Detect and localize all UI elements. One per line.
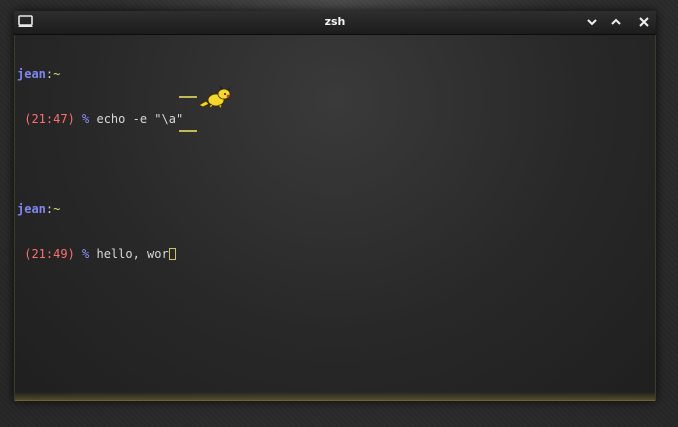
maximize-button[interactable] — [608, 14, 624, 30]
close-icon — [639, 17, 649, 27]
chevron-down-icon — [587, 19, 597, 26]
visual-bell-bar-top — [179, 96, 197, 98]
text-cursor — [168, 248, 176, 260]
prompt-header-line: jean:~ — [17, 67, 183, 82]
command-line-active[interactable]: (21:49) % hello, wor — [17, 247, 183, 262]
prompt-user: jean — [17, 67, 46, 81]
prompt-header-line: jean:~ — [17, 202, 183, 217]
prompt-symbol: % — [74, 247, 90, 261]
command-line: (21:47) % echo -e "\a" — [17, 112, 183, 127]
visual-bell-bar-bottom — [179, 130, 197, 132]
command-text: echo -e "\a" — [89, 112, 184, 126]
chevron-up-icon — [611, 18, 621, 25]
terminal-output: jean:~ (21:47) % echo -e "\a" jean:~ (21… — [17, 37, 183, 292]
terminal-bottom-edge — [15, 392, 655, 401]
pikachu-icon — [198, 85, 231, 110]
window-title: zsh — [324, 15, 346, 28]
prompt-time: (21:49) — [17, 247, 75, 261]
command-input-text[interactable]: hello, wor — [89, 247, 168, 261]
prompt-time: (21:47) — [17, 112, 75, 126]
prompt-user: jean — [17, 202, 46, 216]
prompt-symbol: % — [74, 112, 90, 126]
title-bar[interactable]: zsh — [14, 11, 656, 35]
terminal-window[interactable]: zsh jean:~ (21:47) % echo -e "\a" jean:~… — [14, 11, 656, 401]
minimize-button[interactable] — [584, 14, 600, 30]
terminal-area[interactable]: jean:~ (21:47) % echo -e "\a" jean:~ (21… — [14, 35, 656, 401]
prompt-dir: ~ — [53, 67, 61, 81]
close-button[interactable] — [636, 14, 652, 30]
prompt-dir: ~ — [53, 202, 61, 216]
